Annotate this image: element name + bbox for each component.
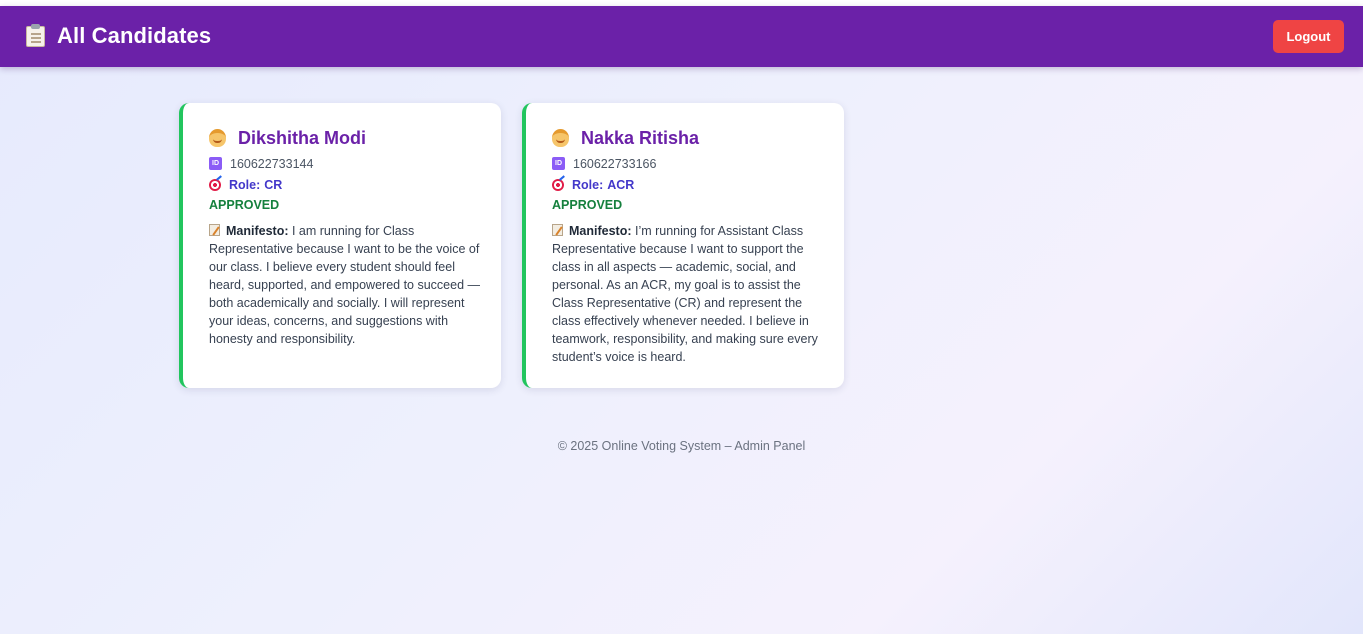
candidate-role-row: Role: ACR <box>552 177 634 192</box>
role-label: Role: <box>572 177 604 192</box>
candidate-card: Nakka Ritisha ID 160622733166 Role: ACR … <box>522 103 844 388</box>
status-badge: APPROVED <box>209 198 280 212</box>
footer-text: © 2025 Online Voting System – Admin Pane… <box>557 439 806 453</box>
memo-icon <box>552 224 563 236</box>
candidate-role-row: Role: CR <box>209 177 282 192</box>
manifesto-text: I am running for Class Representative be… <box>209 224 481 346</box>
manifesto: Manifesto: I’m running for Assistant Cla… <box>552 222 832 366</box>
target-icon <box>209 178 221 191</box>
manifesto-text: I’m running for Assistant Class Represen… <box>552 224 818 364</box>
candidate-name-row: Dikshitha Modi <box>209 127 366 149</box>
id-icon: ID <box>209 157 222 170</box>
status-badge: APPROVED <box>552 198 623 212</box>
candidate-id: 160622733144 <box>230 156 314 171</box>
manifesto-label: Manifesto: <box>226 224 289 238</box>
target-icon <box>552 178 564 191</box>
candidate-id-row: ID 160622733144 <box>209 156 313 171</box>
app-header: All Candidates Logout <box>0 6 1363 67</box>
id-icon: ID <box>552 157 565 170</box>
candidate-name: Nakka Ritisha <box>581 127 700 148</box>
clipboard-icon <box>26 24 45 47</box>
memo-icon <box>209 224 220 236</box>
candidate-id: 160622733166 <box>573 156 657 171</box>
page-title: All Candidates <box>57 23 212 48</box>
candidate-name-row: Nakka Ritisha <box>552 127 699 149</box>
role-value: CR <box>264 177 283 192</box>
logout-button[interactable]: Logout <box>1273 20 1344 53</box>
candidate-name: Dikshitha Modi <box>238 127 367 148</box>
manifesto-label: Manifesto: <box>569 224 632 238</box>
manifesto: Manifesto: I am running for Class Repres… <box>209 222 489 348</box>
role-value: ACR <box>607 177 635 192</box>
person-icon <box>209 129 226 147</box>
role-label: Role: <box>229 177 261 192</box>
candidate-id-row: ID 160622733166 <box>552 156 656 171</box>
person-icon <box>552 129 569 147</box>
candidate-card: Dikshitha Modi ID 160622733144 Role: CR … <box>179 103 501 388</box>
